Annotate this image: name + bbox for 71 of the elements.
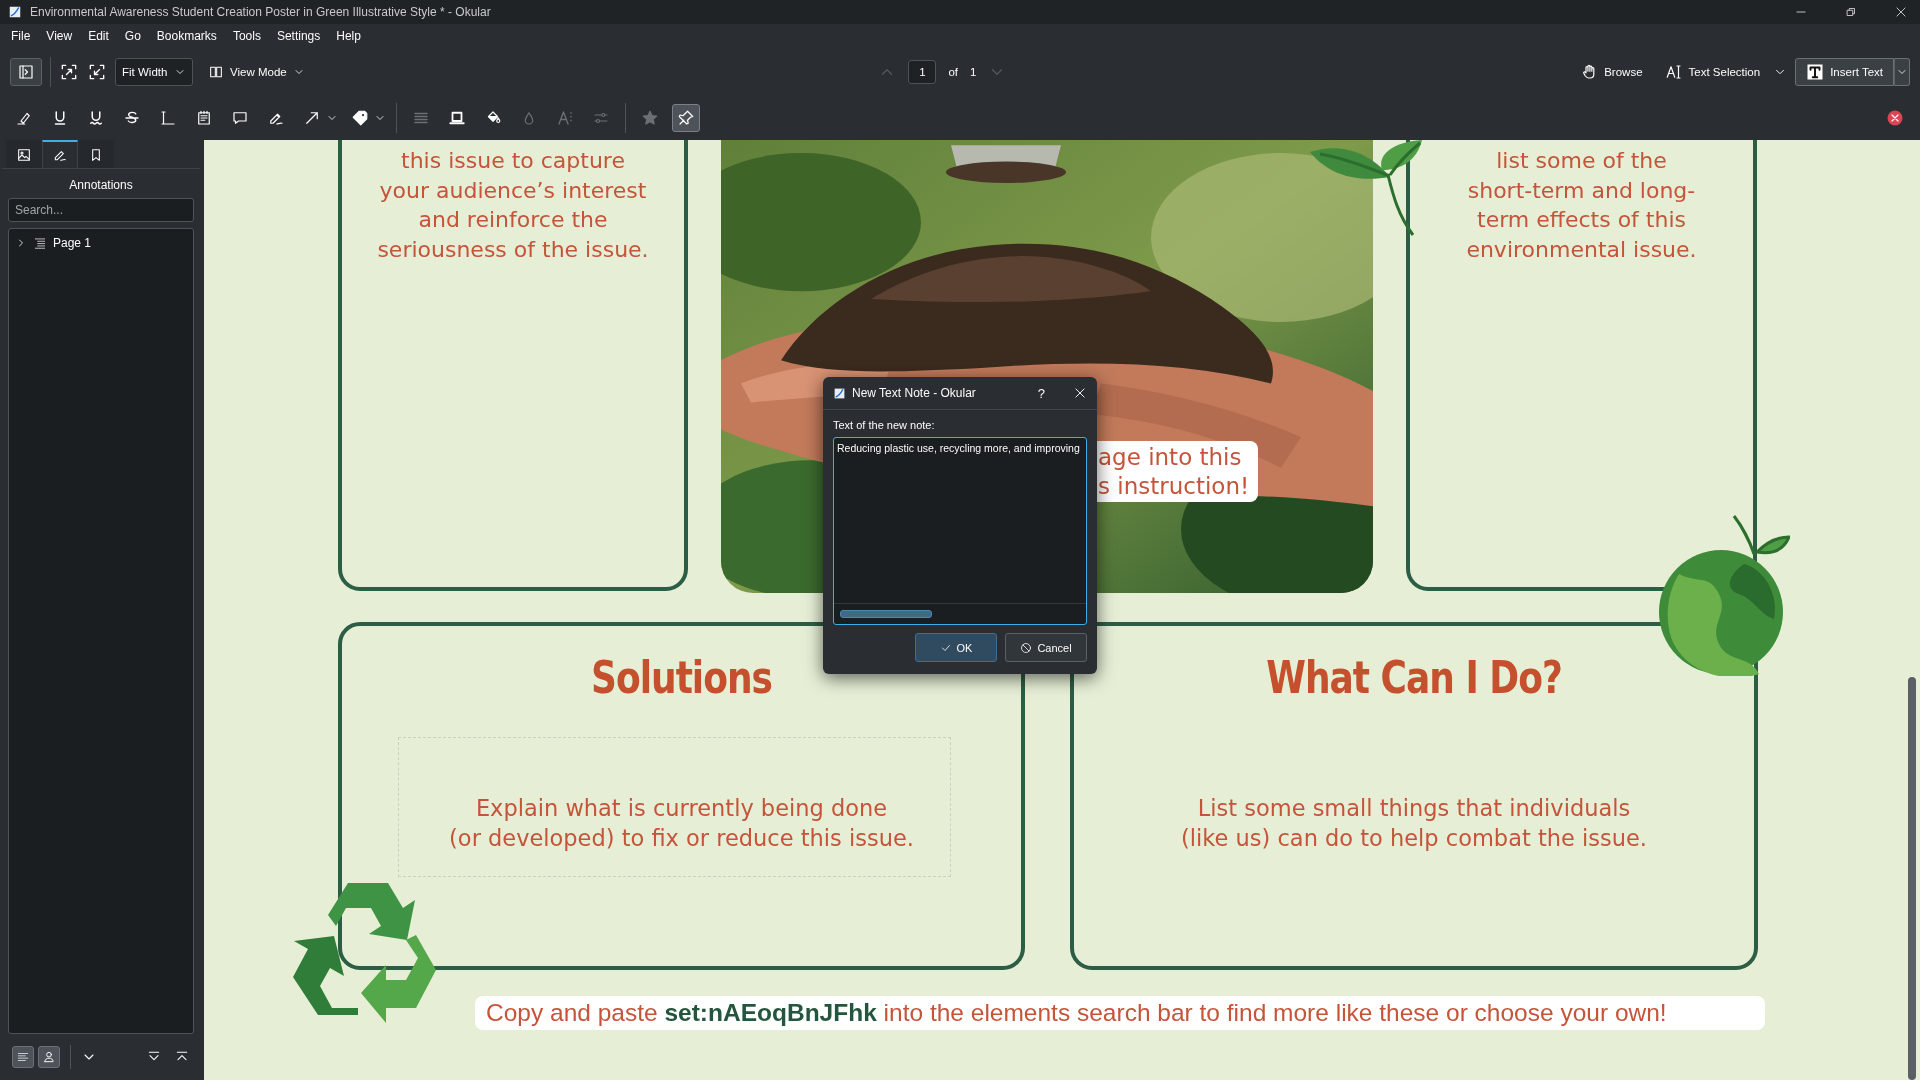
text-tool-icon xyxy=(1806,63,1825,81)
poster-text: List some small things that individuals (like us) can do to help combat the issue. xyxy=(1180,794,1648,853)
note-icon xyxy=(195,109,213,127)
menu-item[interactable]: Settings xyxy=(269,26,328,46)
section-heading: What Can I Do? xyxy=(1265,651,1563,703)
page-field[interactable]: 1 xyxy=(908,60,937,84)
squiggly-underline-icon xyxy=(87,109,105,127)
view-mode-button[interactable]: View Mode xyxy=(201,58,312,86)
thumbnails-tab[interactable] xyxy=(6,140,42,168)
menu-item[interactable]: Help xyxy=(329,26,368,46)
tree-item[interactable]: Page 1 xyxy=(53,236,92,250)
search-field[interactable]: Search... xyxy=(8,198,194,222)
text-lines-icon xyxy=(33,236,47,250)
tag-icon xyxy=(351,109,369,127)
tool-mode-button[interactable]: Text Selection xyxy=(1657,58,1768,86)
menu-item[interactable]: File xyxy=(4,26,38,46)
cancel-icon xyxy=(1020,641,1033,654)
help-button[interactable]: ? xyxy=(1037,385,1045,401)
ok-button[interactable]: OK xyxy=(915,633,997,662)
restore-icon[interactable] xyxy=(1844,5,1858,19)
border-icon xyxy=(448,109,466,127)
person-icon xyxy=(42,1050,56,1064)
banner-text: Copy and paste set:nAEoqBnJFhk into the elements search bar to find more like these or choose your own! xyxy=(475,996,1765,1030)
sidebar-icon xyxy=(17,63,35,81)
page-of-label: of xyxy=(948,66,959,78)
menu-item[interactable]: Go xyxy=(117,26,148,46)
section-heading: Solutions xyxy=(590,651,773,703)
cancel-button[interactable]: Cancel xyxy=(1005,633,1087,662)
dropdown-button[interactable] xyxy=(1894,58,1910,86)
tool-mode-button[interactable]: Browse xyxy=(1573,58,1650,86)
menu-item[interactable]: Bookmarks xyxy=(149,26,224,46)
window-title: Environmental Awareness Student Creation Poster in Green Illustrative Style * - Okular xyxy=(30,5,492,19)
close-icon[interactable] xyxy=(1073,386,1087,400)
thumbnails-icon xyxy=(16,147,32,163)
close-icon[interactable] xyxy=(1894,5,1908,19)
font-icon xyxy=(556,109,574,127)
pin-icon xyxy=(677,109,695,127)
note-text-field[interactable]: Reducing plastic use, recycling more, and improving xyxy=(833,437,1087,625)
list-toggle-button[interactable] xyxy=(12,1046,34,1068)
menu-item[interactable]: Tools xyxy=(225,26,268,46)
caption-text: s instruction! xyxy=(1098,471,1251,501)
panel-title: Annotations xyxy=(68,178,134,192)
text-lines-icon xyxy=(16,1050,30,1064)
dialog-title: New Text Note - Okular xyxy=(852,386,977,400)
close-toolbar-icon[interactable] xyxy=(1886,109,1904,127)
poster-text: this issue to capture your audience’s interest and reinforce the seriousness of the issue. xyxy=(376,147,650,264)
sidebar-toggle-button[interactable] xyxy=(10,58,42,86)
author-toggle-button[interactable] xyxy=(38,1046,60,1068)
menu-item[interactable]: View xyxy=(39,26,80,46)
app-icon xyxy=(833,386,846,400)
arrow-icon xyxy=(303,109,321,127)
typewriter-icon xyxy=(159,109,177,127)
caption-text: age into this xyxy=(1098,442,1243,472)
scrollbar-thumb[interactable] xyxy=(840,610,932,618)
shrink-icon[interactable] xyxy=(87,62,107,82)
text-cursor-icon xyxy=(1664,63,1683,81)
annotations-tab[interactable] xyxy=(42,140,78,168)
field-label: Text of the new note: xyxy=(833,419,936,431)
tool-mode-button[interactable]: Insert Text xyxy=(1795,58,1894,86)
page-count: 1 xyxy=(970,66,977,78)
poster-text: list some of the short-term and long- term effects of this environmental issue. xyxy=(1465,147,1698,264)
fit-page-icon[interactable] xyxy=(59,62,79,82)
menu-item[interactable]: Edit xyxy=(81,26,116,46)
poster-text: Explain what is currently being done (or developed) to fix or reduce this issue. xyxy=(448,794,915,853)
bookmarks-tab[interactable] xyxy=(78,140,114,168)
columns-icon xyxy=(208,64,224,80)
speech-bubble-icon xyxy=(231,109,249,127)
zoom-dropdown[interactable]: Fit Width xyxy=(115,58,193,86)
pin-tool-button[interactable] xyxy=(672,104,700,132)
star-icon xyxy=(641,109,659,127)
app-icon xyxy=(8,5,22,19)
